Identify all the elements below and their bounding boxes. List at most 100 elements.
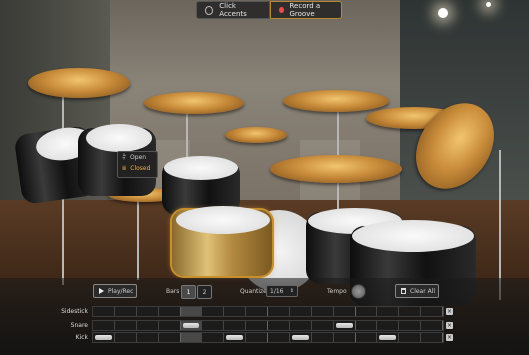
step-cell[interactable] — [334, 333, 356, 342]
step-cell[interactable] — [334, 307, 356, 316]
crash-cymbal[interactable] — [144, 92, 244, 114]
step-cell[interactable] — [268, 307, 290, 316]
note-block[interactable] — [182, 323, 200, 328]
quantize-value: 1/16 — [270, 287, 284, 295]
click-accents-button[interactable]: Click Accents — [196, 1, 270, 19]
step-cell[interactable] — [93, 307, 115, 316]
step-cell[interactable] — [377, 307, 400, 316]
play-rec-label: Play/Rec — [108, 287, 134, 295]
record-icon — [279, 7, 284, 13]
step-cell[interactable] — [399, 333, 422, 342]
note-block[interactable] — [95, 335, 112, 340]
clear-lane-icon[interactable]: × — [446, 334, 453, 341]
hihat-closed-option[interactable]: ⩸ Closed — [122, 165, 151, 173]
step-cell[interactable] — [159, 321, 181, 330]
clear-all-button[interactable]: Clear All — [395, 284, 439, 298]
lane-label: Kick — [75, 334, 88, 341]
step-cell[interactable] — [268, 321, 290, 330]
quantize-select[interactable]: 1/16 ⇕ — [266, 285, 298, 297]
step-cell[interactable] — [93, 333, 115, 342]
step-cell[interactable] — [312, 333, 334, 342]
drum-head — [176, 206, 270, 234]
crash-cymbal-left[interactable] — [28, 68, 130, 98]
step-cell[interactable] — [115, 333, 137, 342]
ride-cymbal-large[interactable] — [270, 155, 402, 183]
step-cell[interactable] — [399, 321, 422, 330]
top-toolbar: Click Accents Record a Groove — [196, 1, 342, 19]
tempo-label: Tempo — [327, 288, 347, 295]
lane-label: Snare — [70, 322, 88, 329]
step-cell[interactable] — [290, 333, 312, 342]
note-block[interactable] — [226, 335, 244, 340]
step-cell[interactable] — [246, 321, 268, 330]
step-cell[interactable] — [399, 307, 422, 316]
step-cell[interactable] — [421, 321, 443, 330]
drum-head — [352, 220, 474, 252]
bars-option-2[interactable]: 2 — [197, 285, 212, 299]
step-cell[interactable] — [356, 307, 378, 316]
step-cell[interactable] — [159, 307, 181, 316]
record-groove-label: Record a Groove — [289, 2, 321, 18]
step-cell[interactable] — [421, 333, 443, 342]
step-cell[interactable] — [224, 321, 247, 330]
groove-editor: Play/Rec Bars 1 2 Quantize 1/16 ⇕ Tempo … — [0, 278, 529, 355]
step-cell[interactable] — [356, 333, 378, 342]
editor-controls: Play/Rec Bars 1 2 Quantize 1/16 ⇕ Tempo … — [0, 278, 529, 304]
step-cell[interactable] — [115, 321, 137, 330]
step-cell[interactable] — [312, 321, 334, 330]
drum-head — [164, 156, 238, 180]
step-cell[interactable] — [377, 321, 400, 330]
step-cell[interactable] — [334, 321, 356, 330]
clear-all-label: Clear All — [410, 287, 436, 295]
note-block[interactable] — [291, 335, 309, 340]
step-cell[interactable] — [246, 307, 268, 316]
step-cell[interactable] — [202, 321, 225, 330]
step-cell[interactable] — [137, 333, 159, 342]
splash-cymbal[interactable] — [225, 127, 287, 143]
lane-grid — [92, 320, 444, 331]
clear-lane-icon[interactable]: × — [446, 308, 453, 315]
step-cell[interactable] — [246, 333, 268, 342]
note-block[interactable] — [335, 323, 353, 328]
updown-icon: ⇕ — [289, 288, 294, 294]
ceiling-light — [486, 2, 491, 7]
step-cell[interactable] — [137, 307, 159, 316]
step-cell[interactable] — [268, 333, 290, 342]
step-cell[interactable] — [290, 307, 312, 316]
lane-grid — [92, 306, 444, 317]
step-cell[interactable] — [159, 333, 181, 342]
click-accents-label: Click Accents — [219, 2, 247, 18]
bars-option-1[interactable]: 1 — [181, 285, 196, 299]
step-cell[interactable] — [202, 307, 225, 316]
step-cell[interactable] — [115, 307, 137, 316]
step-cell[interactable] — [202, 333, 225, 342]
step-cell[interactable] — [93, 321, 115, 330]
step-cell[interactable] — [180, 333, 203, 342]
drum-head — [86, 124, 152, 152]
metronome-icon — [205, 5, 214, 15]
hihat-open-label: Open — [130, 154, 147, 161]
step-cell[interactable] — [180, 307, 203, 316]
step-cell[interactable] — [421, 307, 443, 316]
hihat-articulation-menu: ⫩ Open ⩸ Closed — [117, 151, 158, 178]
tempo-knob[interactable] — [351, 284, 366, 299]
step-cell[interactable] — [356, 321, 378, 330]
ride-cymbal[interactable] — [283, 90, 389, 112]
hihat-closed-label: Closed — [130, 165, 151, 172]
step-cell[interactable] — [224, 307, 247, 316]
hihat-open-option[interactable]: ⫩ Open — [122, 154, 147, 162]
record-groove-button[interactable]: Record a Groove — [270, 1, 342, 19]
clear-lane-icon[interactable]: × — [446, 322, 453, 329]
step-cell[interactable] — [137, 321, 159, 330]
step-cell[interactable] — [312, 307, 334, 316]
trash-icon — [401, 288, 406, 294]
lane-label: Sidestick — [61, 308, 88, 315]
step-cell[interactable] — [224, 333, 247, 342]
lane-grid — [92, 332, 444, 343]
note-block[interactable] — [379, 335, 397, 340]
play-rec-button[interactable]: Play/Rec — [93, 284, 137, 298]
step-cell[interactable] — [180, 321, 203, 330]
step-cell[interactable] — [290, 321, 312, 330]
step-cell[interactable] — [377, 333, 400, 342]
play-icon — [99, 288, 104, 294]
